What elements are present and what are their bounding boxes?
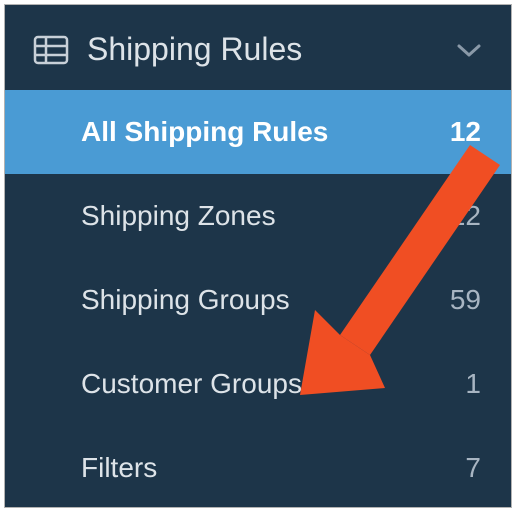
nav-count: 12 bbox=[450, 116, 481, 148]
table-icon bbox=[33, 35, 69, 65]
sidebar-header[interactable]: Shipping Rules bbox=[5, 5, 511, 90]
nav-count: 1 bbox=[465, 368, 481, 400]
chevron-down-icon bbox=[455, 41, 483, 59]
nav-label: Shipping Zones bbox=[81, 200, 276, 232]
nav-count: 7 bbox=[465, 452, 481, 484]
nav-item-shipping-zones[interactable]: Shipping Zones 22 bbox=[5, 174, 511, 258]
sidebar-title: Shipping Rules bbox=[87, 31, 455, 68]
nav-label: Filters bbox=[81, 452, 157, 484]
nav-item-filters[interactable]: Filters 7 bbox=[5, 426, 511, 510]
nav-item-shipping-groups[interactable]: Shipping Groups 59 bbox=[5, 258, 511, 342]
nav-label: Shipping Groups bbox=[81, 284, 290, 316]
sidebar: Shipping Rules All Shipping Rules 12 Shi… bbox=[5, 5, 511, 507]
nav-count: 22 bbox=[450, 200, 481, 232]
nav-item-all-shipping-rules[interactable]: All Shipping Rules 12 bbox=[5, 90, 511, 174]
nav-label: Customer Groups bbox=[81, 368, 302, 400]
nav-count: 59 bbox=[450, 284, 481, 316]
nav-label: All Shipping Rules bbox=[81, 116, 328, 148]
nav-item-customer-groups[interactable]: Customer Groups 1 bbox=[5, 342, 511, 426]
